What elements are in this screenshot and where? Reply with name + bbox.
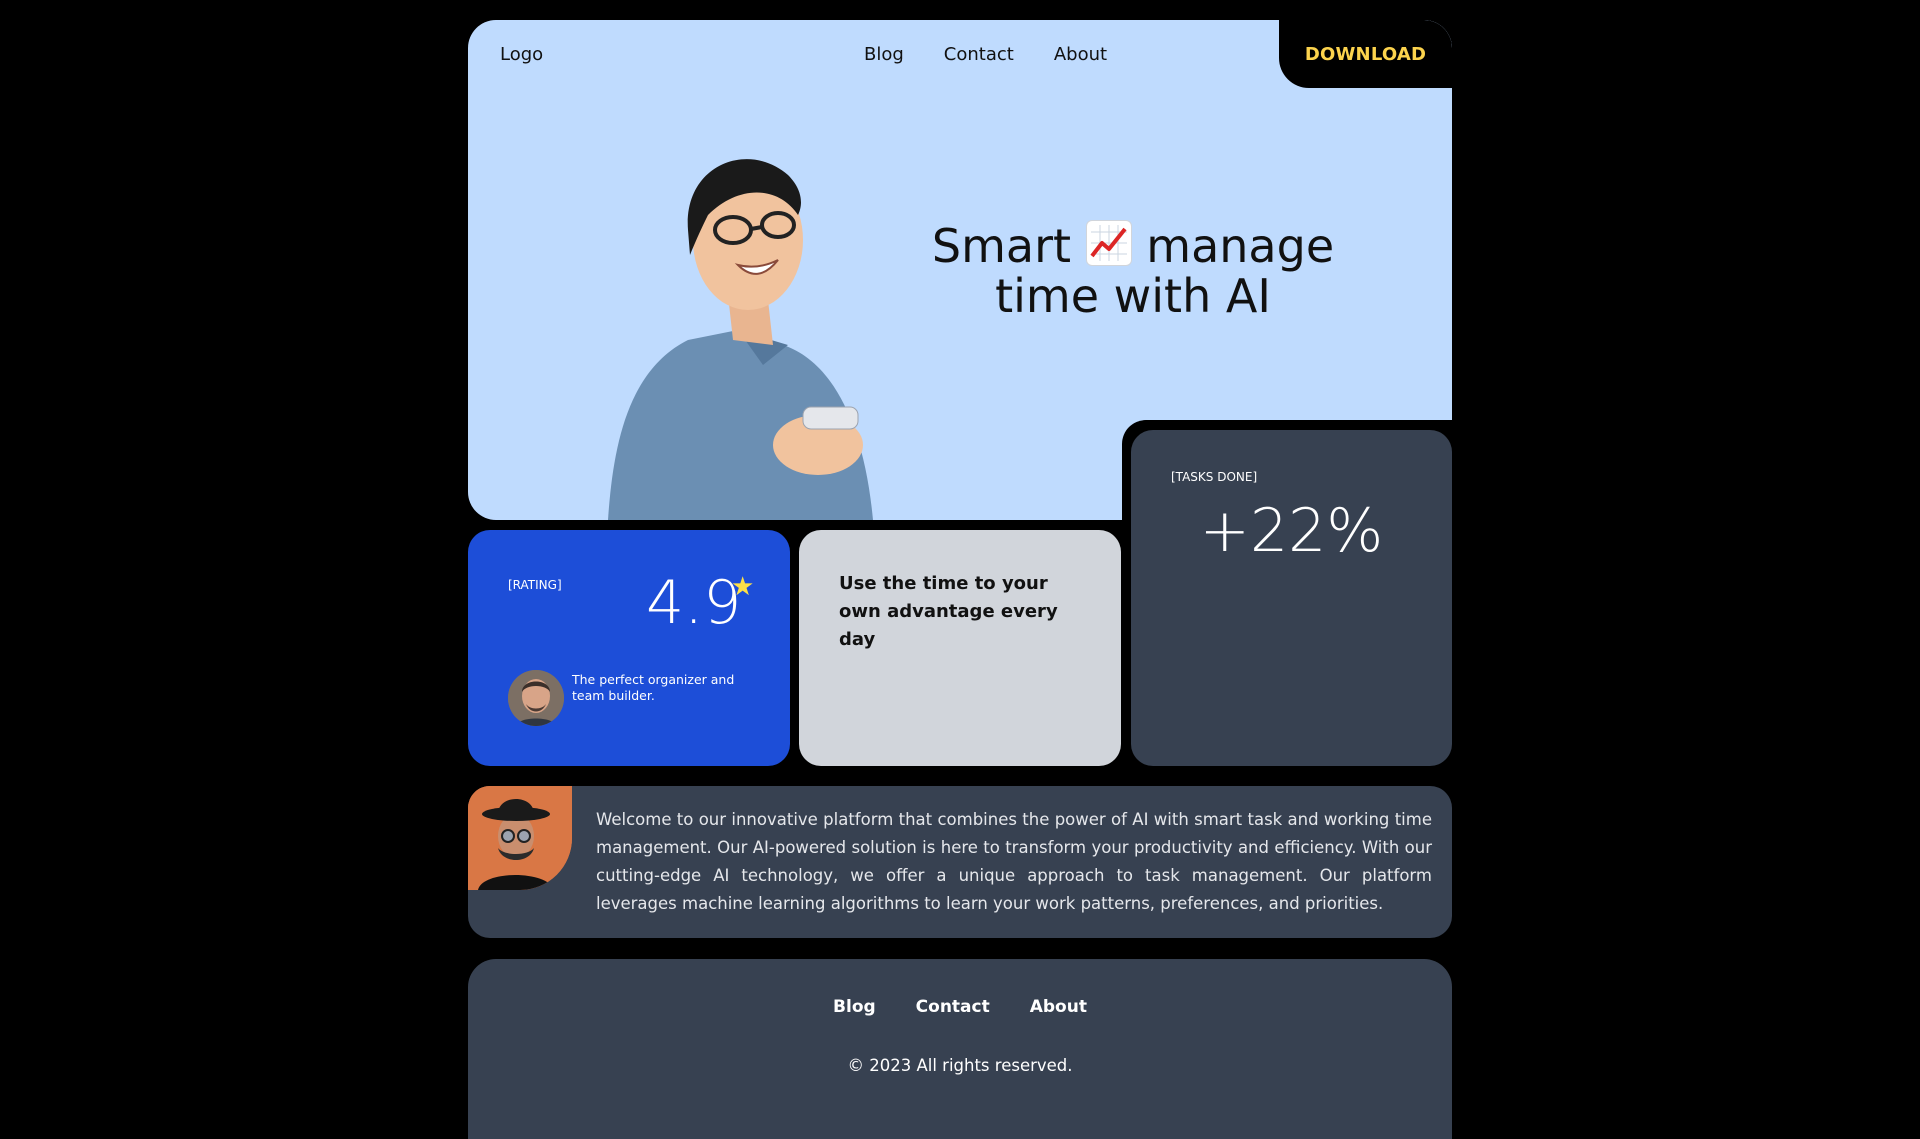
about-person-photo bbox=[468, 786, 572, 890]
rating-label: [RATING] bbox=[508, 578, 562, 592]
rating-card: [RATING] 4.9 ★ The perfect organizer and… bbox=[468, 530, 790, 766]
testimonial-text: The perfect organizer and team builder. bbox=[572, 672, 735, 703]
hero-title-part2: manage bbox=[1146, 219, 1335, 273]
copyright-text: © 2023 All rights reserved. bbox=[847, 1056, 1073, 1075]
hero-person-image bbox=[608, 159, 873, 520]
rating-value: 4.9 bbox=[646, 568, 742, 638]
hero-title-line2: time with AI bbox=[995, 269, 1271, 323]
download-button[interactable]: DOWNLOAD bbox=[1279, 20, 1452, 88]
footer-nav: Blog Contact About bbox=[468, 997, 1452, 1017]
footer-nav-blog[interactable]: Blog bbox=[833, 997, 876, 1017]
about-section: Welcome to our innovative platform that … bbox=[468, 786, 1452, 938]
advantage-text: Use the time to your own advantage every… bbox=[839, 573, 1058, 650]
nav-blog[interactable]: Blog bbox=[864, 44, 904, 65]
about-paragraph: Welcome to our innovative platform that … bbox=[596, 810, 1432, 913]
tasks-done-card: [TASKS DONE] +22% bbox=[1131, 430, 1452, 766]
nav-about[interactable]: About bbox=[1054, 44, 1107, 65]
avatar bbox=[468, 786, 572, 890]
reviewer-photo bbox=[508, 670, 564, 726]
advantage-card: Use the time to your own advantage every… bbox=[799, 530, 1121, 766]
hero-title-part1: Smart bbox=[931, 219, 1072, 273]
tasks-label: [TASKS DONE] bbox=[1171, 470, 1258, 484]
nav-contact[interactable]: Contact bbox=[944, 44, 1014, 65]
star-icon: ★ bbox=[731, 572, 755, 602]
footer-nav-contact[interactable]: Contact bbox=[916, 997, 990, 1017]
hero-title: Smart manage time with AI bbox=[918, 220, 1348, 321]
top-nav: Blog Contact About bbox=[864, 44, 1107, 65]
logo[interactable]: Logo bbox=[500, 44, 543, 65]
avatar bbox=[508, 670, 564, 726]
footer-nav-about[interactable]: About bbox=[1030, 997, 1087, 1017]
tasks-value: +22% bbox=[1199, 496, 1384, 566]
chart-increasing-icon bbox=[1085, 220, 1132, 266]
footer: Blog Contact About © 2023 All rights res… bbox=[468, 959, 1452, 1139]
